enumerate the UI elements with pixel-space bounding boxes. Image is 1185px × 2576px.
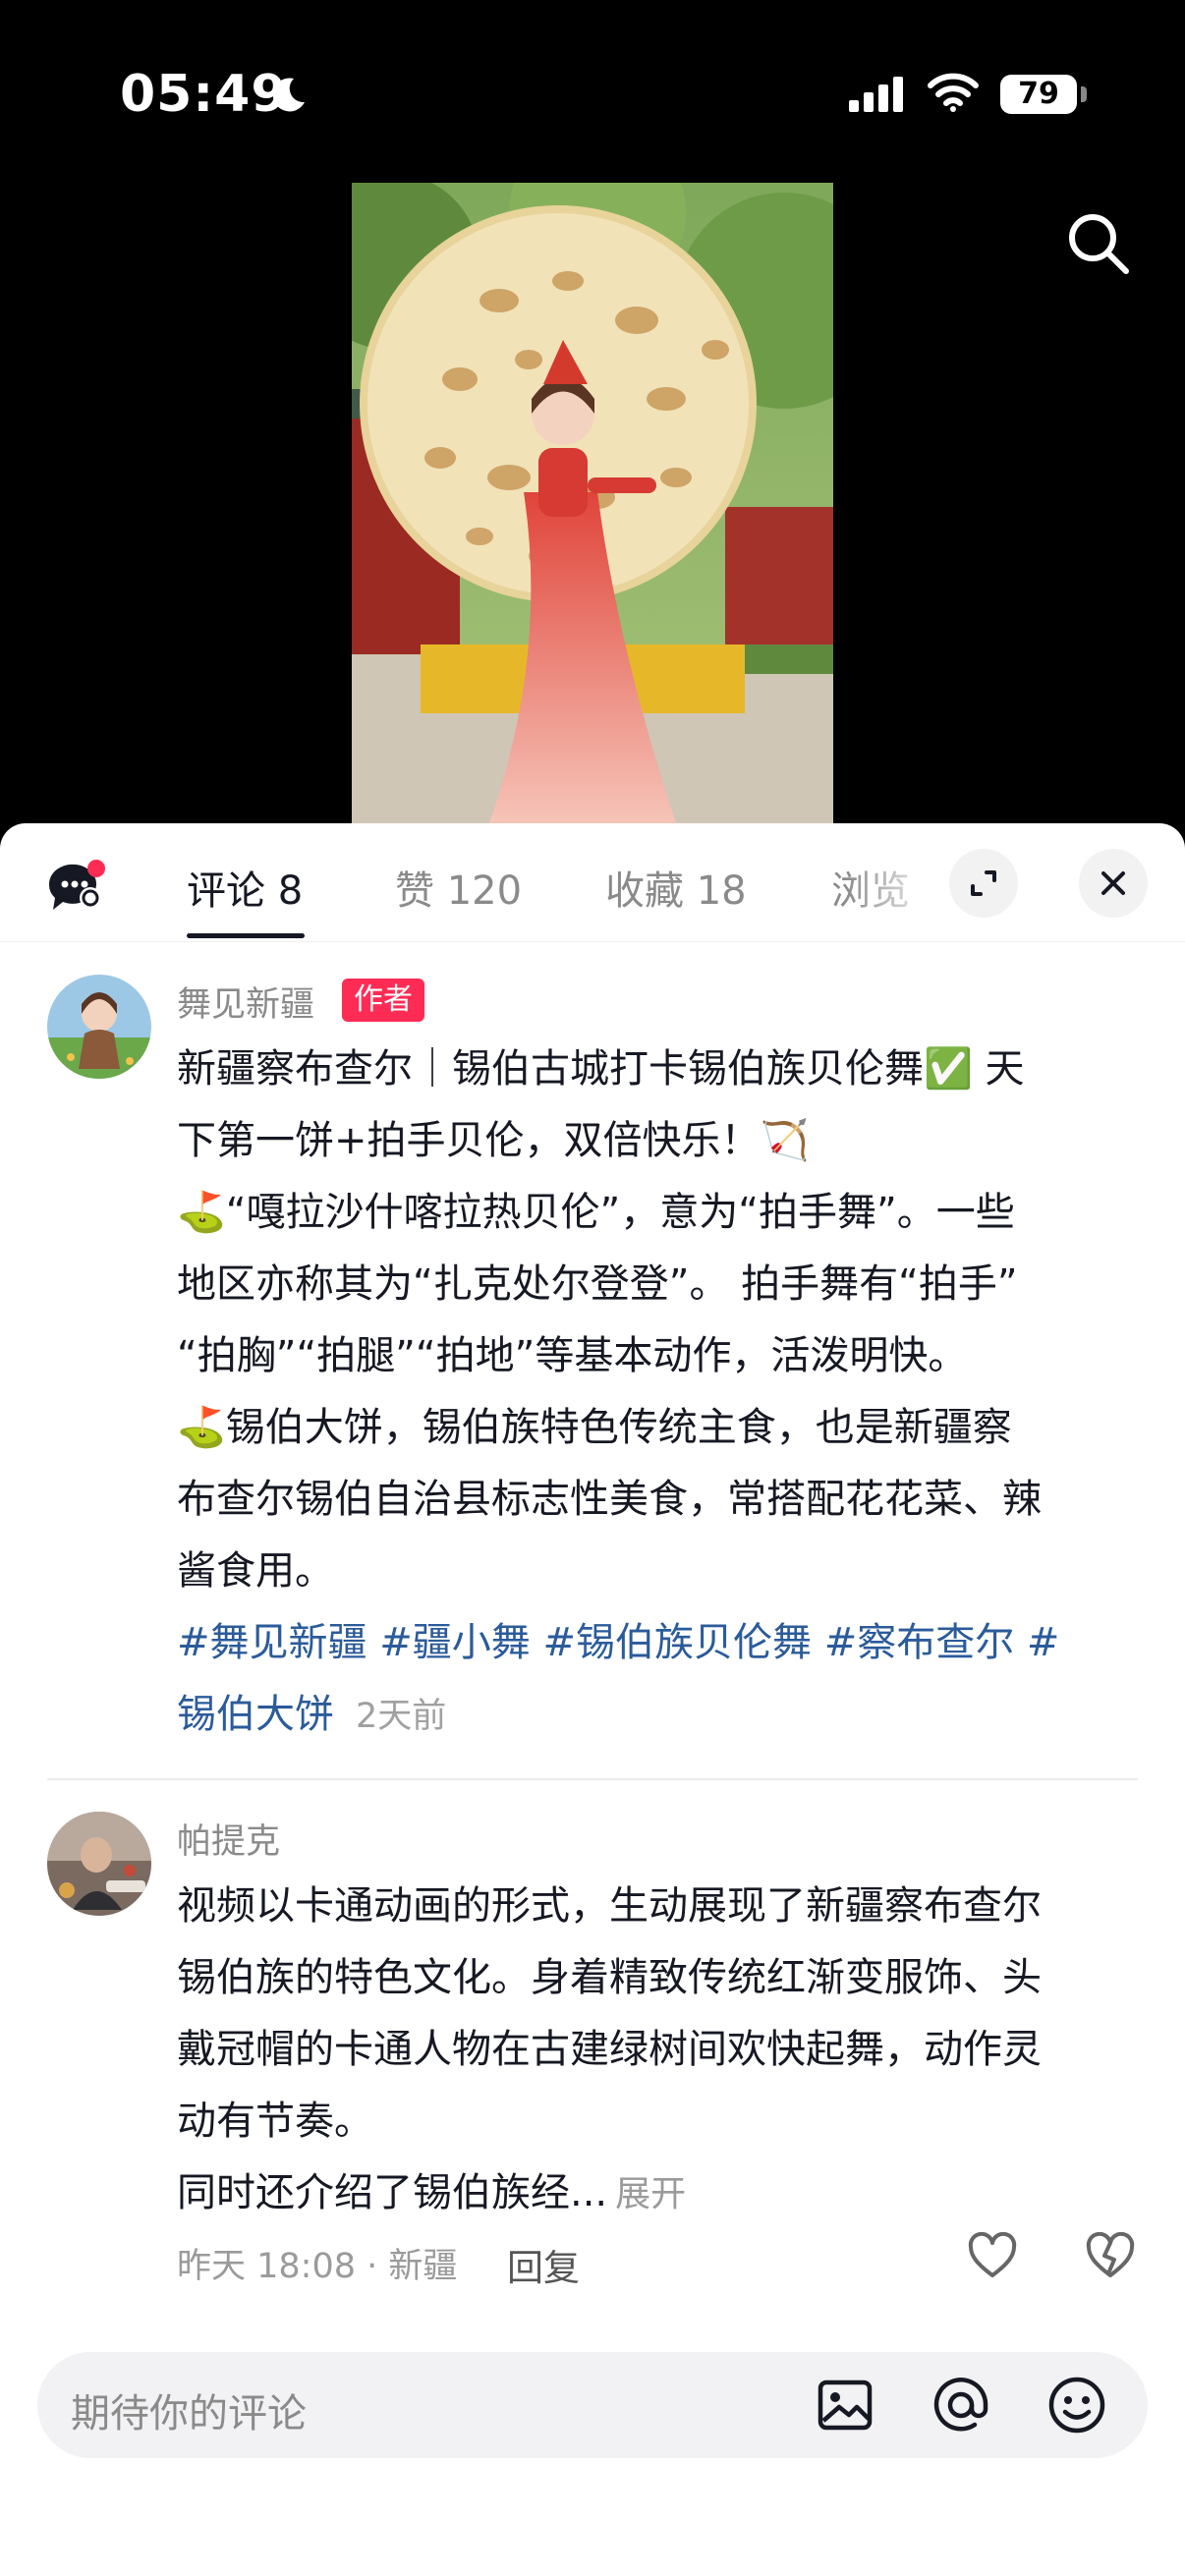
avatar[interactable] bbox=[47, 975, 151, 1079]
comment-input[interactable]: 期待你的评论 bbox=[37, 2352, 1148, 2458]
tab-comments[interactable]: 评论 8 bbox=[187, 859, 303, 916]
video-player[interactable] bbox=[352, 183, 833, 823]
tab-likes[interactable]: 赞 120 bbox=[395, 859, 522, 916]
comment-panel: 评论 8 赞 120 收藏 18 浏览 bbox=[0, 823, 1185, 2576]
hashtag-line[interactable]: 锡伯大饼 bbox=[177, 1692, 334, 1737]
author-badge: 作者 bbox=[342, 979, 424, 1022]
emoji-icon[interactable] bbox=[1044, 2372, 1110, 2438]
moon-icon bbox=[272, 78, 305, 112]
signal-icon bbox=[849, 77, 903, 112]
hashtag-line[interactable]: #舞见新疆 #疆小舞 #锡伯族贝伦舞 #察布查尔 # bbox=[177, 1607, 1140, 1679]
search-icon[interactable] bbox=[1063, 208, 1134, 279]
comment-meta: 昨天 18:08 · 新疆 bbox=[177, 2247, 458, 2286]
comment-line: 下第一饼+拍手贝伦，双倍快乐！🏹 bbox=[177, 1118, 810, 1163]
comment-line: 新疆察布查尔｜锡伯古城打卡锡伯族贝伦舞✅ 天 bbox=[177, 1046, 1025, 1092]
wifi-icon bbox=[928, 73, 979, 112]
close-icon bbox=[1101, 871, 1125, 895]
comment-settings-icon[interactable] bbox=[45, 859, 108, 916]
comment-username[interactable]: 帕提克 bbox=[177, 1814, 280, 1864]
comment-line: ⛳“嘎拉沙什喀拉热贝伦”，意为“拍手舞”。一些 bbox=[177, 1190, 1015, 1235]
comment-line: “拍胸”“拍腿”“拍地”等基本动作，活泼明快。 bbox=[177, 1333, 968, 1378]
reply-button[interactable]: 回复 bbox=[507, 2238, 580, 2291]
close-button[interactable] bbox=[1079, 849, 1148, 918]
video-frame-image bbox=[352, 183, 833, 823]
comment-divider bbox=[47, 1778, 1138, 1780]
expand-button[interactable] bbox=[949, 849, 1018, 918]
status-time: 05:49 bbox=[120, 65, 288, 124]
author-avatar-image bbox=[47, 975, 151, 1079]
battery-indicator: 79 bbox=[1000, 75, 1077, 114]
expand-icon bbox=[971, 870, 996, 896]
status-bar: 05:49 79 bbox=[0, 0, 1185, 196]
battery-tip bbox=[1081, 86, 1087, 102]
active-tab-indicator bbox=[187, 933, 305, 938]
comment-line: ⛳锡伯大饼，锡伯族特色传统主食，也是新疆察 bbox=[177, 1405, 1012, 1450]
comment-tabs: 评论 8 赞 120 收藏 18 浏览 bbox=[0, 823, 1185, 942]
expand-text-link[interactable]: 展开 bbox=[615, 2174, 686, 2214]
comment-body: 视频以卡通动画的形式，生动展现了新疆察布查尔 锡伯族的特色文化。身着精致传统红渐… bbox=[177, 1871, 1140, 2230]
comment-line: 视频以卡通动画的形式，生动展现了新疆察布查尔 bbox=[177, 1883, 1042, 1929]
broken-heart-icon[interactable] bbox=[1085, 2232, 1136, 2279]
comment-line: 布查尔锡伯自治县标志性美食，常搭配花花菜、辣 bbox=[177, 1477, 1042, 1522]
comment-time: 2天前 bbox=[356, 1697, 447, 1736]
comment-line: 动有节奏。 bbox=[177, 2099, 373, 2144]
comment-line: 锡伯族的特色文化。身着精致传统红渐变服饰、头 bbox=[177, 1955, 1042, 2000]
user-avatar-image bbox=[47, 1812, 151, 1916]
comment-line: 同时还介绍了锡伯族经... bbox=[177, 2170, 608, 2215]
avatar[interactable] bbox=[47, 1812, 151, 1916]
comment-line: 酱食用。 bbox=[177, 1548, 334, 1594]
tab-favorites[interactable]: 收藏 18 bbox=[605, 859, 747, 916]
comment-input-placeholder: 期待你的评论 bbox=[71, 2391, 307, 2436]
comment-line: 戴冠帽的卡通人物在古建绿树间欢快起舞，动作灵 bbox=[177, 2027, 1042, 2072]
tabs-fade bbox=[845, 823, 943, 939]
heart-icon[interactable] bbox=[967, 2232, 1018, 2279]
image-icon[interactable] bbox=[812, 2372, 878, 2438]
comment-line: 地区亦称其为“扎克处尔登登”。 拍手舞有“拍手” bbox=[177, 1261, 1018, 1307]
comment-body: 新疆察布查尔｜锡伯古城打卡锡伯族贝伦舞✅ 天 下第一饼+拍手贝伦，双倍快乐！🏹 … bbox=[177, 1034, 1140, 1753]
comment-username[interactable]: 舞见新疆 bbox=[177, 977, 314, 1027]
at-icon[interactable] bbox=[928, 2372, 994, 2438]
